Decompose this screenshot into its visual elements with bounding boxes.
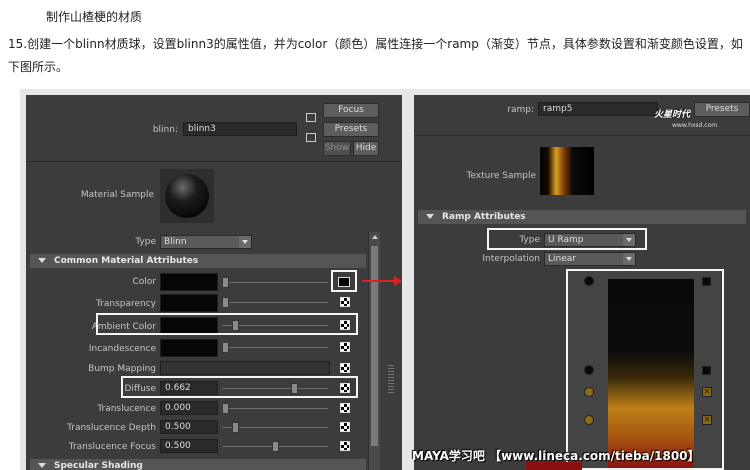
ramp-editor-highlight: [566, 269, 724, 470]
transparency-slider-thumb[interactable]: [222, 297, 229, 308]
translucence-slider-track[interactable]: [222, 408, 328, 409]
incandescence-label: Incandescence: [88, 344, 156, 354]
logo-subtitle: www.hxsd.com: [672, 122, 718, 129]
color-connection-highlight: [331, 270, 357, 292]
transparency-map-button[interactable]: [340, 297, 350, 307]
ramp-section-title: Ramp Attributes: [442, 212, 526, 222]
ramp-node-name-field[interactable]: ramp5: [538, 102, 658, 116]
type-dropdown-value: Blinn: [164, 237, 187, 247]
interpolation-label: Interpolation: [482, 254, 540, 264]
color-swatch[interactable]: [160, 273, 218, 291]
incandescence-swatch[interactable]: [160, 339, 218, 357]
type-label: Type: [135, 237, 156, 247]
divider: [414, 135, 750, 136]
ramp-attribute-editor: ramp: ramp5 Presets Texture Sample Ramp …: [414, 95, 750, 470]
interpolation-dropdown[interactable]: Linear: [544, 252, 636, 266]
interpolation-value: Linear: [548, 254, 576, 264]
color-slider-track[interactable]: [222, 282, 328, 283]
translucence-depth-label: Translucence Depth: [67, 423, 156, 433]
color-label: Color: [132, 277, 157, 287]
bump-map-button[interactable]: [340, 363, 350, 373]
screenshot-frame: blinn: blinn3 Focus Presets Show Hide Ma…: [20, 89, 750, 470]
divider: [26, 161, 402, 162]
collapse-triangle-icon: [38, 463, 46, 468]
translucence-focus-map-button[interactable]: [340, 441, 350, 451]
translucence-depth-field[interactable]: 0.500: [160, 420, 218, 434]
presets-button[interactable]: Presets: [323, 122, 379, 137]
output-connection-icon[interactable]: [306, 133, 316, 142]
show-button[interactable]: Show: [323, 141, 351, 156]
input-connection-icon[interactable]: [306, 113, 316, 122]
transparency-swatch[interactable]: [160, 294, 218, 312]
material-sample-sphere: [165, 174, 209, 218]
bump-mapping-label: Bump Mapping: [88, 364, 156, 374]
chevron-down-icon: [623, 253, 635, 265]
color-slider-thumb[interactable]: [222, 277, 229, 288]
blinn-node-name-field[interactable]: blinn3: [183, 122, 297, 136]
type-dropdown[interactable]: Blinn: [160, 235, 252, 249]
translucence-map-button[interactable]: [340, 403, 350, 413]
transparency-slider-track[interactable]: [222, 302, 328, 303]
collapse-triangle-icon: [426, 214, 434, 219]
panel-resize-handle[interactable]: [388, 365, 394, 395]
ambient-color-highlight: [96, 313, 358, 335]
logo: 火星时代: [654, 110, 691, 120]
doc-step-text: 15.创建一个blinn材质球，设置blinn3的属性值，并为color（颜色）…: [8, 37, 743, 74]
watermark: MAYA学习吧 【www.lineca.com/tieba/1800】: [412, 449, 700, 463]
material-sample-label: Material Sample: [80, 190, 154, 200]
incandescence-slider-thumb[interactable]: [222, 342, 229, 353]
incandescence-slider-track[interactable]: [222, 347, 328, 348]
translucence-depth-map-button[interactable]: [340, 422, 350, 432]
incandescence-map-button[interactable]: [340, 342, 350, 352]
scroll-up-icon[interactable]: [372, 235, 378, 239]
transparency-label: Transparency: [95, 299, 156, 309]
diffuse-highlight: [121, 376, 358, 398]
ramp-type-highlight: [487, 228, 647, 250]
blinn-node-label: blinn:: [152, 125, 178, 135]
ramp-node-label: ramp:: [507, 105, 534, 115]
texture-sample-label: Texture Sample: [466, 171, 536, 181]
ramp-presets-button[interactable]: Presets: [694, 102, 750, 117]
specular-section-title: Specular Shading: [54, 461, 143, 470]
translucence-focus-label: Translucence Focus: [68, 442, 156, 452]
ramp-attributes-header[interactable]: Ramp Attributes: [418, 210, 746, 224]
translucence-label: Translucence: [97, 404, 156, 414]
translucence-focus-field[interactable]: 0.500: [160, 439, 218, 453]
connection-arrow-icon: [362, 276, 402, 286]
specular-shading-header[interactable]: Specular Shading: [30, 459, 366, 470]
texture-sample-swatch: [540, 147, 594, 195]
common-section-title: Common Material Attributes: [54, 256, 199, 266]
common-material-attributes-header[interactable]: Common Material Attributes: [30, 254, 366, 268]
translucence-value-field[interactable]: 0.000: [160, 401, 218, 415]
focus-button[interactable]: Focus: [323, 103, 379, 118]
collapse-triangle-icon: [38, 258, 46, 263]
bump-mapping-field[interactable]: [160, 361, 330, 375]
translucence-slider-thumb[interactable]: [222, 403, 229, 414]
chevron-down-icon: [239, 236, 251, 248]
material-sample-swatch: [160, 169, 214, 223]
translucence-depth-slider-thumb[interactable]: [232, 422, 239, 433]
attribute-scrollbar[interactable]: [368, 232, 380, 470]
hide-button[interactable]: Hide: [353, 141, 379, 156]
translucence-focus-slider-thumb[interactable]: [272, 441, 279, 452]
blinn-attribute-editor: blinn: blinn3 Focus Presets Show Hide Ma…: [26, 95, 402, 470]
doc-title: 制作山楂梗的材质: [46, 10, 143, 24]
